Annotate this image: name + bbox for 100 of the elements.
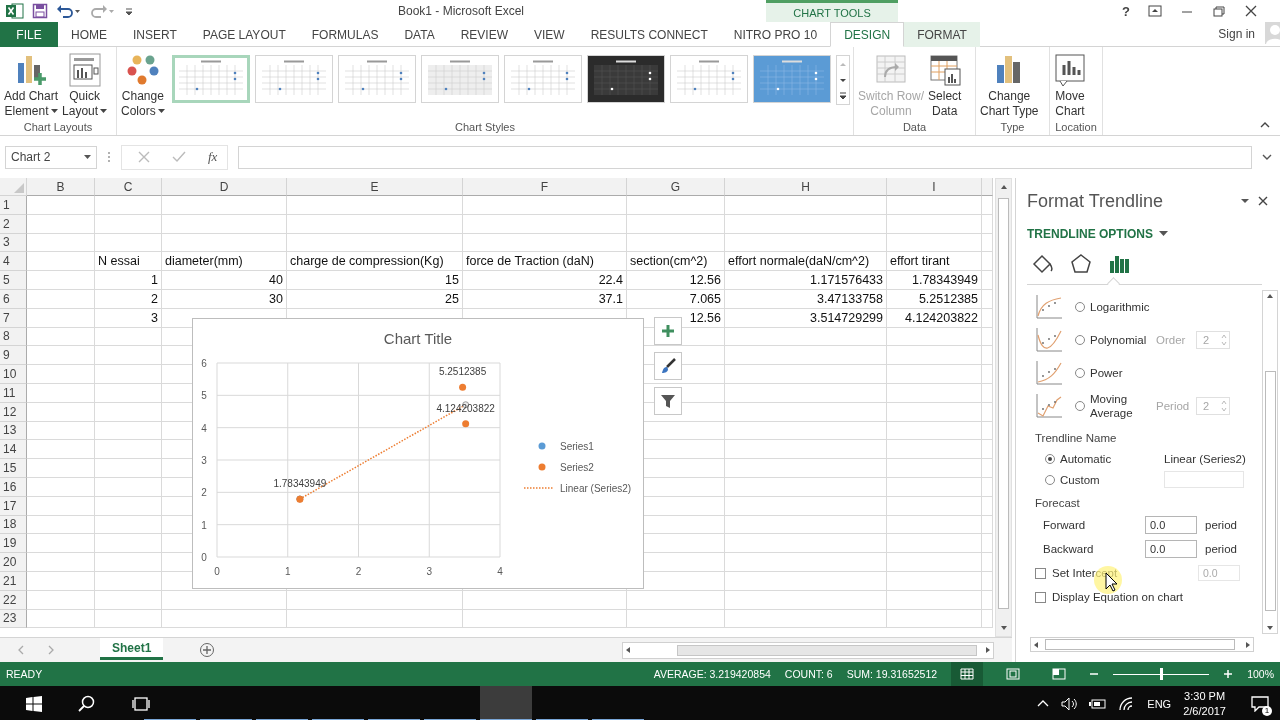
- ribbon-tab[interactable]: HOME: [58, 22, 120, 47]
- ribbon-tab[interactable]: VIEW: [521, 22, 578, 47]
- close-icon[interactable]: [1258, 196, 1268, 206]
- chart-style-thumbnail[interactable]: [503, 55, 582, 103]
- formula-input[interactable]: [238, 145, 1252, 169]
- column-header[interactable]: I: [887, 178, 982, 196]
- search-icon[interactable]: [78, 695, 96, 713]
- trendline-options-menu[interactable]: TRENDLINE OPTIONS: [1027, 227, 1168, 241]
- chevron-up-icon[interactable]: [1037, 699, 1050, 709]
- chart-filters-button[interactable]: [654, 387, 682, 415]
- data-point[interactable]: [459, 383, 467, 391]
- chart-elements-button[interactable]: [654, 317, 682, 345]
- normal-view-button[interactable]: [951, 662, 984, 686]
- ribbon-tab[interactable]: FORMULAS: [298, 22, 392, 47]
- row-header[interactable]: 19: [0, 534, 27, 554]
- checkbox[interactable]: [1035, 567, 1046, 579]
- radio-button[interactable]: [1045, 474, 1055, 485]
- cancel-icon[interactable]: [138, 151, 150, 163]
- enter-icon[interactable]: [172, 151, 186, 163]
- quick-layout-button[interactable]: Quick Layout: [61, 51, 109, 121]
- ribbon-tab[interactable]: FILE: [0, 22, 58, 47]
- pane-menu-icon[interactable]: [1240, 197, 1250, 205]
- radio-button[interactable]: [1075, 334, 1085, 345]
- ribbon-tab[interactable]: REVIEW: [447, 22, 521, 47]
- column-header[interactable]: G: [627, 178, 725, 196]
- restore-icon[interactable]: [1212, 5, 1226, 17]
- zoom-level[interactable]: 100%: [1247, 668, 1274, 680]
- custom-name-field[interactable]: [1164, 471, 1244, 488]
- chart-style-thumbnail[interactable]: [420, 55, 499, 103]
- change-colors-button[interactable]: Change Colors: [120, 51, 166, 121]
- clock-date[interactable]: 2/6/2017: [1183, 704, 1226, 719]
- ribbon-tab[interactable]: DATA: [391, 22, 448, 47]
- ribbon-tab[interactable]: DESIGN: [830, 22, 905, 47]
- expand-formula-icon[interactable]: [1262, 154, 1272, 160]
- row-header[interactable]: 4: [0, 252, 27, 272]
- chart-style-thumbnail[interactable]: [669, 55, 748, 103]
- radio-button[interactable]: [1075, 367, 1085, 378]
- chart-style-thumbnail[interactable]: [586, 55, 665, 103]
- ribbon-tab[interactable]: RESULTS CONNECT: [577, 22, 721, 47]
- start-icon[interactable]: [26, 696, 42, 712]
- row-header[interactable]: 10: [0, 365, 27, 384]
- save-icon[interactable]: [32, 3, 48, 19]
- row-header[interactable]: 20: [0, 553, 27, 572]
- column-header[interactable]: B: [27, 178, 95, 196]
- collapse-ribbon-icon[interactable]: [1260, 121, 1270, 129]
- ribbon-display-icon[interactable]: [1148, 5, 1162, 17]
- row-header[interactable]: 14: [0, 440, 27, 460]
- data-point[interactable]: [296, 495, 304, 503]
- ribbon-tab[interactable]: FORMAT: [904, 22, 980, 47]
- help-button[interactable]: ?: [1122, 3, 1130, 19]
- task-view-icon[interactable]: [132, 696, 150, 712]
- close-icon[interactable]: [1244, 5, 1258, 17]
- column-header[interactable]: F: [463, 178, 627, 196]
- redo-icon[interactable]: [90, 3, 116, 19]
- clock-time[interactable]: 3:30 PM: [1184, 689, 1226, 704]
- sheet-tab[interactable]: Sheet1: [100, 638, 164, 661]
- fill-line-tab[interactable]: [1031, 252, 1055, 276]
- notifications-button[interactable]: 1: [1246, 690, 1274, 718]
- column-header[interactable]: E: [287, 178, 463, 196]
- zoom-slider-thumb[interactable]: [1160, 668, 1164, 680]
- horizontal-scrollbar[interactable]: [622, 641, 994, 659]
- row-header[interactable]: 15: [0, 459, 27, 478]
- vertical-scrollbar[interactable]: [995, 178, 1012, 638]
- chart-style-thumbnail[interactable]: [752, 55, 831, 103]
- add-chart-element-button[interactable]: Add Chart Element: [3, 51, 60, 121]
- pane-horizontal-scrollbar[interactable]: [1030, 637, 1254, 652]
- pane-scrollbar[interactable]: [1262, 290, 1278, 634]
- insert-function-button[interactable]: fx: [208, 149, 218, 165]
- column-header[interactable]: D: [162, 178, 287, 196]
- ribbon-tab[interactable]: PAGE LAYOUT: [189, 22, 299, 47]
- chart-styles-button[interactable]: [654, 352, 682, 380]
- data-point[interactable]: [462, 420, 470, 428]
- speaker-icon[interactable]: [1061, 697, 1078, 711]
- row-header[interactable]: 5: [0, 271, 27, 290]
- change-chart-type-button[interactable]: Change Chart Type: [979, 51, 1040, 121]
- effects-tab[interactable]: [1069, 252, 1093, 276]
- ribbon-tab[interactable]: INSERT: [120, 22, 190, 47]
- new-sheet-icon[interactable]: [199, 642, 216, 658]
- sign-in-link[interactable]: Sign in: [1218, 27, 1255, 41]
- select-data-button[interactable]: Select Data: [927, 51, 963, 121]
- input-field[interactable]: 0.0: [1145, 516, 1197, 534]
- radio-button[interactable]: [1045, 453, 1055, 464]
- checkbox[interactable]: [1035, 591, 1046, 603]
- chart-style-thumbnail[interactable]: [337, 55, 416, 103]
- zoom-in-icon[interactable]: [1223, 669, 1234, 679]
- battery-icon[interactable]: [1089, 698, 1108, 710]
- taskbar-app-button[interactable]: [480, 686, 532, 720]
- next-sheet-icon[interactable]: [46, 645, 56, 655]
- previous-sheet-icon[interactable]: [16, 645, 26, 655]
- move-chart-button[interactable]: Move Chart: [1053, 51, 1087, 121]
- chart-area[interactable]: Chart Title 0 1 2 3 4 5 6 0 1 2 3 4 1.78343949 5.2512385 4.124203822 Series1 Series2 Linear (Series2): [192, 318, 644, 589]
- column-header[interactable]: C: [95, 178, 162, 196]
- input-field[interactable]: 0.0: [1145, 540, 1197, 558]
- undo-icon[interactable]: [56, 3, 82, 19]
- chart-style-thumbnail[interactable]: [171, 55, 250, 103]
- column-header[interactable]: H: [725, 178, 887, 196]
- language-indicator[interactable]: ENG: [1147, 698, 1172, 710]
- ribbon-tab[interactable]: NITRO PRO 10: [720, 22, 831, 47]
- chart-style-thumbnail[interactable]: [254, 55, 333, 103]
- row-header[interactable]: 1: [0, 196, 27, 215]
